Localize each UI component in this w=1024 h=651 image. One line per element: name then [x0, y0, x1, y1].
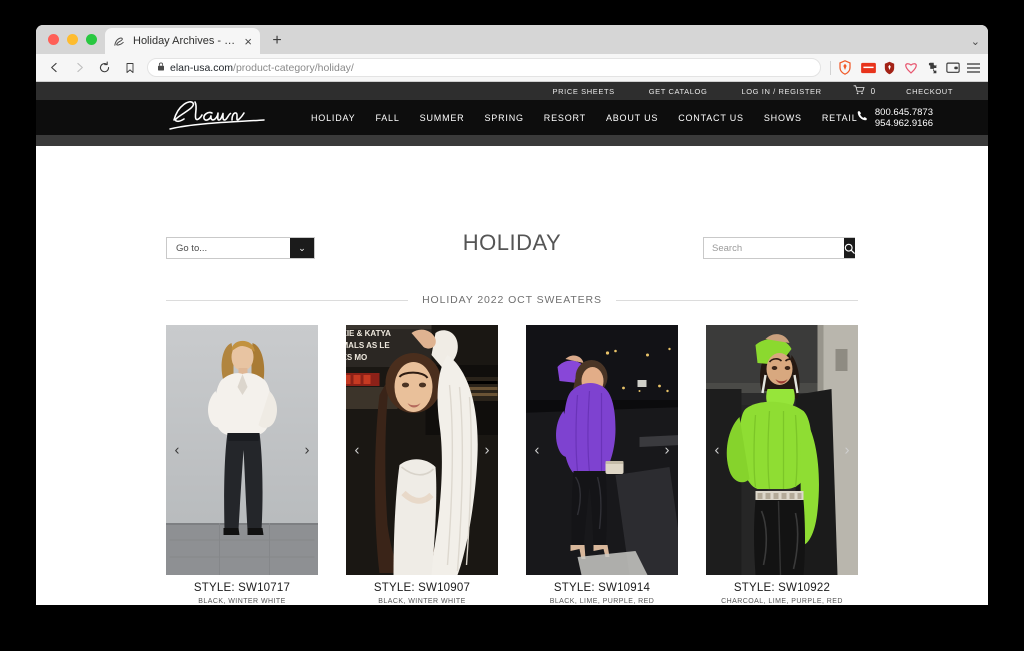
nav-shadow-strip [36, 135, 988, 146]
new-tab-button[interactable]: + [264, 28, 290, 54]
tab-search-chevron-icon[interactable]: ⌄ [971, 35, 980, 48]
search-box[interactable] [703, 237, 855, 259]
search-input[interactable] [704, 238, 844, 258]
brave-rewards-icon[interactable] [861, 60, 876, 75]
elan-script-favicon [113, 35, 126, 48]
lock-icon [157, 62, 165, 74]
nav-link-resort[interactable]: RESORT [534, 113, 596, 123]
product-style: STYLE: SW10922 [733, 582, 831, 594]
extension-icons [855, 60, 981, 75]
product-colors: BLACK, WINTER WHITE [198, 598, 286, 605]
puzzle-icon[interactable] [924, 60, 939, 75]
product-image[interactable]: ‹ › [706, 325, 858, 575]
product-style: STYLE: SW10717 [193, 582, 291, 594]
product-card[interactable]: ‹ › STYLE: SW10922 CHARCOAL, LIME, PURPL… [706, 325, 858, 605]
carousel-next-button[interactable]: › [840, 443, 854, 458]
toolbar-divider [830, 60, 831, 75]
nav-link-about-us[interactable]: ABOUT US [596, 113, 668, 123]
utility-link-checkout[interactable]: CHECKOUT [889, 87, 970, 96]
product-card[interactable]: ‹ › STYLE: SW10717 BLACK, WINTER WHITE [166, 325, 318, 605]
utility-link-get-catalog[interactable]: GET CATALOG [632, 87, 725, 96]
product-colors: CHARCOAL, LIME, PURPLE, RED [721, 598, 843, 605]
brave-shields-icon[interactable] [836, 59, 853, 76]
phone-secondary: 954.962.9166 [874, 117, 933, 129]
page-viewport: PRICE SHEETS GET CATALOG LOG IN / REGIST… [36, 82, 988, 605]
carousel-prev-button[interactable]: ‹ [710, 443, 724, 458]
url-domain: elan-usa.com [170, 61, 234, 74]
phone-block[interactable]: 800.645.7873 954.962.9166 [856, 107, 933, 129]
carousel-prev-button[interactable]: ‹ [170, 443, 184, 458]
svg-text:XIE & KATYA: XIE & KATYA [346, 329, 391, 338]
cart-count: 0 [870, 86, 876, 96]
utility-link-login-register[interactable]: LOG IN / REGISTER [724, 87, 838, 96]
section-header: HOLIDAY 2022 OCT SWEATERS [166, 294, 859, 306]
product-image[interactable]: ‹ › [526, 325, 678, 575]
forward-button[interactable] [68, 57, 91, 79]
product-style: STYLE: SW10914 [553, 582, 651, 594]
carousel-prev-button[interactable]: ‹ [530, 443, 544, 458]
close-tab-button[interactable]: × [244, 35, 252, 48]
search-button[interactable] [844, 238, 855, 258]
brave-shield-badge-icon[interactable] [882, 60, 897, 75]
nav-link-holiday[interactable]: HOLIDAY [301, 113, 365, 123]
nav-link-fall[interactable]: FALL [365, 113, 409, 123]
nav-link-contact-us[interactable]: CONTACT US [668, 113, 754, 123]
svg-text:XS MO: XS MO [346, 353, 367, 362]
back-button[interactable] [43, 57, 66, 79]
browser-tab[interactable]: Holiday Archives - ELAN × [105, 28, 260, 54]
product-card[interactable]: ‹ › STYLE: SW10914 BLACK, LIME, PURPLE, … [526, 325, 678, 605]
browser-window: Holiday Archives - ELAN × + ⌄ elan-usa.c… [36, 25, 988, 605]
product-colors: BLACK, WINTER WHITE [378, 598, 466, 605]
product-image[interactable]: XIE & KATYA MALS AS LE XS MO [346, 325, 498, 575]
phone-primary: 800.645.7873 [874, 106, 933, 118]
nav-links: HOLIDAY FALL SUMMER SPRING RESORT ABOUT … [301, 113, 868, 123]
nav-link-summer[interactable]: SUMMER [410, 113, 475, 123]
reload-button[interactable] [93, 57, 116, 79]
url-path: /product-category/holiday/ [233, 61, 354, 74]
phone-numbers: 800.645.7873 954.962.9166 [875, 107, 933, 129]
nav-link-spring[interactable]: SPRING [474, 113, 533, 123]
address-bar[interactable]: elan-usa.com/product-category/holiday/ [147, 58, 821, 77]
product-colors: BLACK, LIME, PURPLE, RED [549, 598, 655, 605]
utility-link-price-sheets[interactable]: PRICE SHEETS [536, 87, 632, 96]
product-card[interactable]: XIE & KATYA MALS AS LE XS MO [346, 325, 498, 605]
minimize-window-button[interactable] [67, 34, 78, 45]
carousel-next-button[interactable]: › [660, 443, 674, 458]
section-title: HOLIDAY 2022 OCT SWEATERS [422, 294, 602, 306]
svg-text:MALS AS LE: MALS AS LE [346, 341, 390, 350]
carousel-next-button[interactable]: › [480, 443, 494, 458]
wallet-icon[interactable] [945, 60, 960, 75]
nav-link-shows[interactable]: SHOWS [754, 113, 812, 123]
close-window-button[interactable] [48, 34, 59, 45]
bookmark-icon[interactable] [118, 57, 141, 79]
maximize-window-button[interactable] [86, 34, 97, 45]
cart-link[interactable]: 0 [839, 82, 889, 100]
elan-logo[interactable] [164, 96, 279, 136]
product-grid: ‹ › STYLE: SW10717 BLACK, WINTER WHITE X… [166, 325, 858, 605]
rule-left [166, 299, 409, 301]
brave-wallet-icon[interactable] [903, 60, 918, 75]
carousel-next-button[interactable]: › [300, 443, 314, 458]
phone-icon [856, 109, 868, 127]
menu-icon[interactable] [966, 60, 981, 75]
tab-strip: Holiday Archives - ELAN × + ⌄ [36, 25, 988, 54]
page-content: Go to... ⌄ HOLIDAY HOLIDAY 2022 OCT SWEA… [36, 146, 988, 605]
cart-icon [853, 82, 865, 100]
browser-toolbar: elan-usa.com/product-category/holiday/ [36, 54, 988, 82]
product-style: STYLE: SW10907 [373, 582, 471, 594]
main-navigation: HOLIDAY FALL SUMMER SPRING RESORT ABOUT … [36, 100, 988, 135]
rule-right [615, 299, 859, 301]
carousel-prev-button[interactable]: ‹ [350, 443, 364, 458]
product-image[interactable]: ‹ › [166, 325, 318, 575]
tab-title: Holiday Archives - ELAN [133, 35, 238, 47]
window-controls[interactable] [44, 25, 105, 54]
